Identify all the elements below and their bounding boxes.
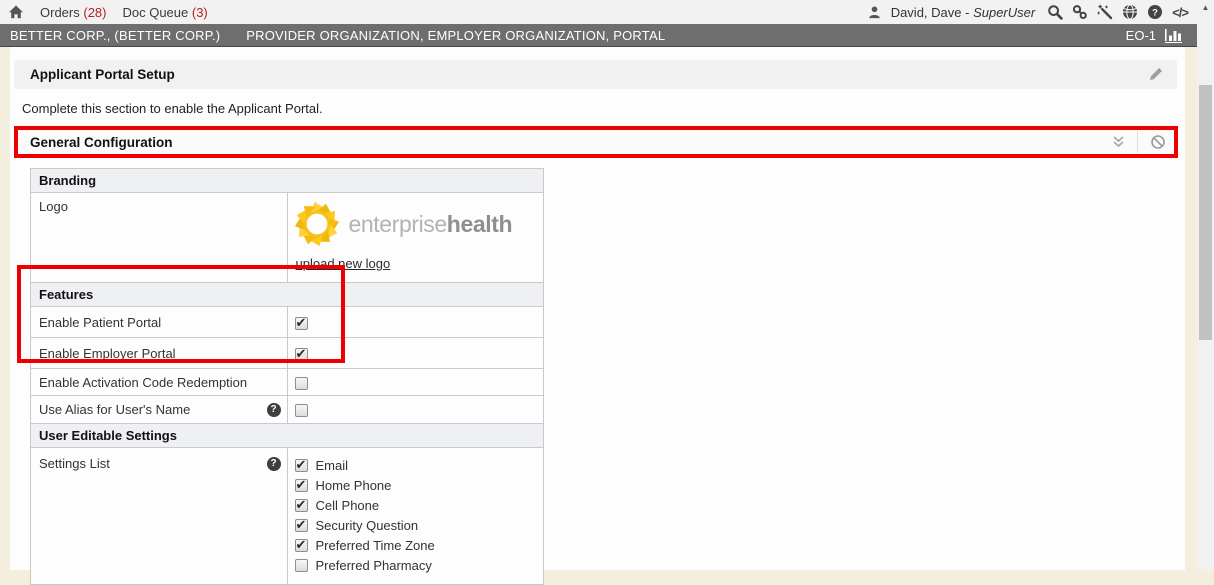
setting-item-security-question: Security Question [295, 516, 543, 535]
orders-count-badge: (28) [83, 5, 106, 20]
user-editable-section-row: User Editable Settings [31, 424, 544, 448]
code-icon[interactable]: </> [1172, 5, 1188, 20]
header-divider [1137, 131, 1138, 153]
activation-code-row: Enable Activation Code Redemption [31, 369, 544, 396]
nav-doc-queue-label: Doc Queue [122, 5, 188, 20]
setting-item-email: Email [295, 456, 543, 475]
preferred-pharmacy-checkbox[interactable] [295, 559, 308, 572]
setting-item-cell-phone: Cell Phone [295, 496, 543, 515]
general-configuration-header: General Configuration [14, 126, 1178, 158]
help-icon[interactable] [267, 457, 281, 471]
general-configuration-title: General Configuration [30, 135, 173, 150]
scrollbar-thumb[interactable] [1199, 85, 1212, 340]
scrollbar-up-arrow[interactable]: ▲ [1197, 3, 1214, 13]
home-icon[interactable] [8, 4, 24, 20]
globe-icon[interactable] [1122, 4, 1138, 20]
enterprise-health-logo: enterprisehealth [294, 199, 543, 249]
section-header-features: Features [31, 283, 544, 307]
features-section-row: Features [31, 283, 544, 307]
section-header-user-editable: User Editable Settings [31, 424, 544, 448]
enable-employer-portal-row: Enable Employer Portal [31, 338, 544, 369]
logo-row: Logo [31, 193, 544, 283]
org-code-label: EO-1 [1126, 28, 1156, 43]
setting-item-preferred-time-zone: Preferred Time Zone [295, 536, 543, 555]
section-description: Complete this section to enable the Appl… [22, 101, 323, 116]
upload-new-logo-link[interactable]: upload new logo [296, 256, 391, 271]
setting-item-home-phone: Home Phone [295, 476, 543, 495]
svg-text:?: ? [1152, 7, 1158, 18]
activation-code-checkbox[interactable] [295, 377, 308, 390]
enable-patient-portal-row: Enable Patient Portal [31, 307, 544, 338]
preferred-time-zone-checkbox[interactable] [295, 539, 308, 552]
cell-phone-label: Cell Phone [316, 498, 380, 513]
security-question-label: Security Question [316, 518, 419, 533]
search-icon[interactable] [1047, 4, 1063, 20]
nav-doc-queue-link[interactable]: Doc Queue (3) [122, 5, 207, 20]
user-name-text: David, Dave - [891, 5, 973, 20]
logo-wordmark-light: enterprise [349, 211, 447, 237]
preferred-pharmacy-label: Preferred Pharmacy [316, 558, 432, 573]
cell-phone-checkbox[interactable] [295, 499, 308, 512]
enable-patient-portal-checkbox[interactable] [295, 317, 308, 330]
preferred-time-zone-label: Preferred Time Zone [316, 538, 435, 553]
wand-icon[interactable] [1097, 4, 1113, 20]
content-panel: Applicant Portal Setup Complete this sec… [10, 47, 1185, 570]
organization-bar-right: EO-1 [1126, 24, 1186, 46]
top-utility-bar: Orders (28) Doc Queue (3) David, Dave - … [0, 0, 1214, 24]
email-checkbox[interactable] [295, 459, 308, 472]
logo-wordmark: enterprisehealth [349, 211, 513, 238]
branding-section-row: Branding [31, 169, 544, 193]
disable-ban-icon[interactable] [1150, 134, 1166, 150]
help-icon[interactable] [267, 403, 281, 417]
applicant-portal-setup-header: Applicant Portal Setup [14, 60, 1177, 89]
help-circle-icon[interactable]: ? [1147, 4, 1163, 20]
enable-employer-portal-checkbox[interactable] [295, 348, 308, 361]
nav-orders-link[interactable]: Orders (28) [40, 5, 106, 20]
user-icon [867, 5, 882, 20]
page-background: Applicant Portal Setup Complete this sec… [0, 47, 1197, 570]
user-role-text: SuperUser [973, 5, 1035, 20]
logo-sunburst-icon [294, 201, 340, 247]
use-alias-checkbox[interactable] [295, 404, 308, 417]
edit-pencil-icon[interactable] [1148, 67, 1163, 82]
enable-employer-portal-label: Enable Employer Portal [31, 338, 288, 369]
organization-bar-left: BETTER CORP., (BETTER CORP.) PROVIDER OR… [10, 24, 665, 46]
security-question-checkbox[interactable] [295, 519, 308, 532]
use-alias-label: Use Alias for User's Name [39, 402, 190, 417]
page-title: Applicant Portal Setup [30, 67, 175, 82]
home-phone-label: Home Phone [316, 478, 392, 493]
enable-patient-portal-label: Enable Patient Portal [31, 307, 288, 338]
vertical-scrollbar[interactable]: ▲ [1197, 0, 1214, 570]
activation-code-label: Enable Activation Code Redemption [31, 369, 288, 396]
settings-list-options: Email Home Phone Cell Phone Security Que… [287, 448, 543, 585]
org-secondary-label: PROVIDER ORGANIZATION, EMPLOYER ORGANIZA… [246, 28, 665, 43]
home-phone-checkbox[interactable] [295, 479, 308, 492]
use-alias-row: Use Alias for User's Name [31, 396, 544, 424]
current-user-menu[interactable]: David, Dave - SuperUser [891, 5, 1036, 20]
logo-label: Logo [31, 193, 288, 283]
topbar-left-nav: Orders (28) Doc Queue (3) [8, 0, 208, 24]
organization-bar: BETTER CORP., (BETTER CORP.) PROVIDER OR… [0, 24, 1214, 47]
doc-queue-count-badge: (3) [192, 5, 208, 20]
email-label: Email [316, 458, 349, 473]
bar-chart-icon[interactable] [1164, 27, 1186, 43]
settings-list-label: Settings List [39, 456, 110, 471]
nav-orders-label: Orders [40, 5, 80, 20]
section-header-branding: Branding [31, 169, 544, 193]
topbar-right-tools: David, Dave - SuperUser ? </> [867, 0, 1188, 24]
setting-item-preferred-pharmacy: Preferred Pharmacy [295, 556, 543, 575]
config-table: Branding Logo [30, 168, 544, 585]
org-primary-label: BETTER CORP., (BETTER CORP.) [10, 28, 220, 43]
settings-list-row: Settings List Email Home Phone [31, 448, 544, 585]
collapse-chevrons-icon[interactable] [1112, 136, 1125, 148]
logo-wordmark-bold: health [447, 211, 512, 237]
link-icon[interactable] [1072, 4, 1088, 20]
